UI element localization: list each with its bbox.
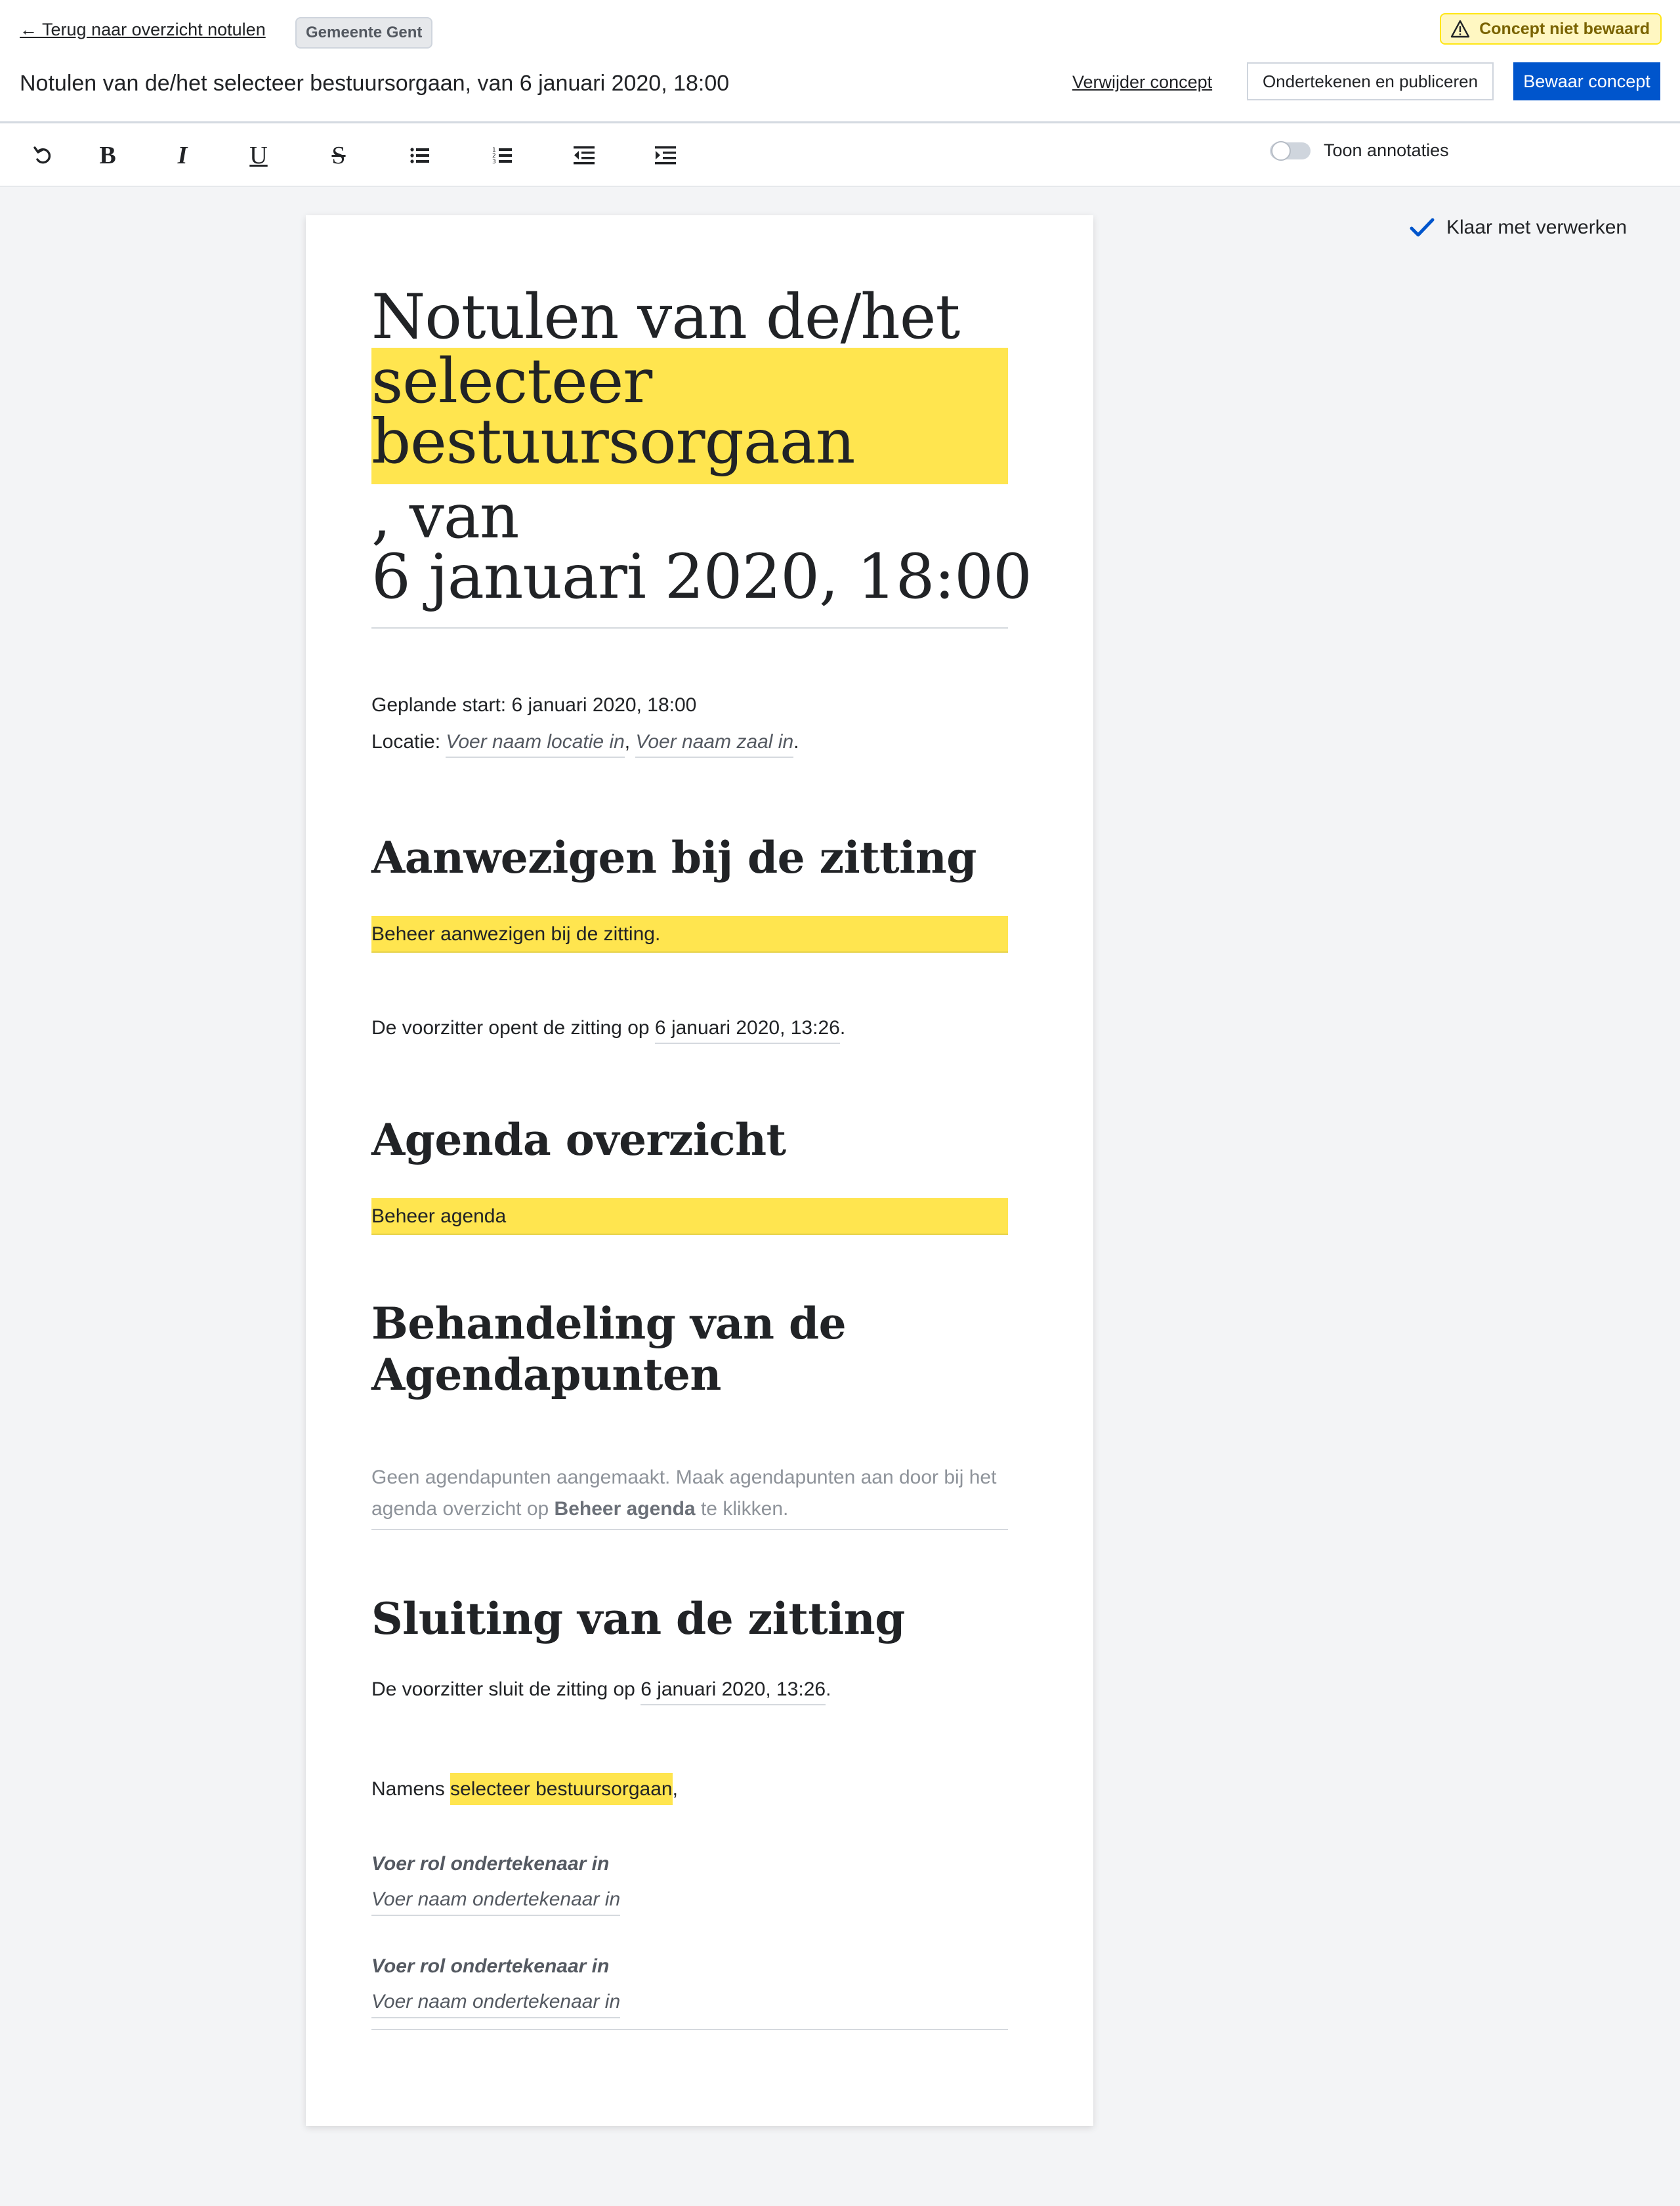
section-heading-present: Aanwezigen bij de zitting: [371, 832, 976, 883]
processing-status: Klaar met verwerken: [1410, 217, 1627, 239]
processing-status-label: Klaar met verwerken: [1446, 217, 1628, 238]
indent-button[interactable]: [647, 138, 684, 173]
signer-name-field[interactable]: Voer naam ondertekenaar in: [371, 1888, 621, 1916]
document-title: Notulen van de/het selecteer bestuursorg…: [20, 71, 730, 96]
underline-button[interactable]: U: [240, 138, 277, 173]
closing-end: .: [826, 1678, 831, 1700]
undo-icon: [33, 146, 51, 164]
annotations-toggle-group: Toon annotaties: [1270, 140, 1449, 161]
document-page[interactable]: Notulen van de/het selecteer bestuursorg…: [306, 215, 1093, 2126]
opening-text: De voorzitter opent de zitting op: [371, 1017, 655, 1039]
heading-line: selecteer: [371, 346, 652, 417]
indent-icon: [655, 146, 676, 165]
strikethrough-button[interactable]: S: [320, 138, 357, 173]
section-heading-agenda: Agenda overzicht: [371, 1114, 786, 1165]
on-behalf-label: Namens: [371, 1778, 451, 1800]
delete-concept-link[interactable]: Verwijder concept: [1072, 72, 1212, 93]
manage-agenda-block[interactable]: Beheer agenda: [371, 1198, 1008, 1235]
check-icon: [1410, 218, 1435, 237]
opening-time-field[interactable]: 6 januari 2020, 13:26: [654, 1017, 840, 1044]
outdent-icon: [574, 146, 595, 165]
numbered-list-icon: 1 2 3: [492, 147, 512, 165]
organization-badge: Gemeente Gent: [295, 17, 433, 49]
on-behalf-end: ,: [672, 1778, 678, 1800]
heading-line: Notulen van de/het: [371, 281, 960, 353]
document-heading[interactable]: Notulen van de/het selecteer bestuursorg…: [371, 281, 1032, 613]
italic-icon: I: [177, 142, 188, 169]
session-closing: De voorzitter sluit de zitting op 6 janu…: [371, 1678, 831, 1705]
numbered-list-button[interactable]: 1 2 3: [484, 138, 521, 173]
heading-line: , van: [371, 481, 519, 552]
unsaved-status-badge: Concept niet bewaard: [1440, 13, 1662, 45]
bullet-list-button[interactable]: [402, 138, 438, 173]
status-label: Concept niet bewaard: [1479, 19, 1650, 38]
section-heading-closing: Sluiting van de zitting: [371, 1593, 905, 1644]
divider: [371, 1529, 1008, 1530]
location-separator: ,: [624, 731, 636, 753]
room-name-field[interactable]: Voer naam zaal in: [635, 731, 794, 758]
underline-icon: U: [249, 142, 268, 169]
save-concept-button[interactable]: Bewaar concept: [1513, 62, 1660, 100]
on-behalf-governing-body[interactable]: selecteer bestuursorgaan: [450, 1773, 673, 1805]
signer-role-field[interactable]: Voer rol ondertekenaar in: [371, 1955, 609, 1978]
bold-icon: B: [99, 142, 116, 169]
toggle-knob: [1271, 140, 1291, 161]
signer-role-field[interactable]: Voer rol ondertekenaar in: [371, 1853, 609, 1875]
svg-text:3: 3: [492, 159, 496, 165]
undo-button[interactable]: [25, 138, 62, 173]
annotations-toggle-label: Toon annotaties: [1324, 140, 1449, 160]
bullet-list-icon: [410, 148, 429, 163]
divider: [371, 627, 1008, 629]
annotations-toggle[interactable]: [1270, 140, 1311, 161]
opening-end: .: [839, 1017, 846, 1039]
session-opening: De voorzitter opent de zitting op 6 janu…: [371, 1017, 846, 1044]
manage-present-block[interactable]: Beheer aanwezigen bij de zitting.: [371, 916, 1008, 953]
no-items-text-end: te klikken.: [695, 1498, 789, 1520]
divider: [371, 2029, 1008, 2030]
on-behalf-of: Namens selecteer bestuursorgaan,: [371, 1773, 678, 1805]
heading-date: 6 januari 2020, 18:00: [371, 541, 1032, 613]
outdent-button[interactable]: [566, 138, 602, 173]
back-to-overview-link[interactable]: ← Terug naar overzicht notulen: [20, 20, 266, 40]
warning-icon: [1451, 20, 1470, 38]
strikethrough-icon: S: [331, 142, 346, 169]
italic-button[interactable]: I: [164, 138, 201, 173]
sign-and-publish-button[interactable]: Ondertekenen en publiceren: [1247, 62, 1494, 100]
no-items-link-text: Beheer agenda: [554, 1498, 696, 1520]
governing-body-highlight[interactable]: selecteer bestuursorgaan: [371, 348, 1008, 484]
location-label: Locatie:: [371, 731, 446, 753]
no-agenda-items-message: Geen agendapunten aangemaakt. Maak agend…: [371, 1462, 1008, 1525]
heading-line: bestuursorgaan: [371, 406, 855, 478]
section-heading-treatment: Behandeling van de Agendapunten: [371, 1298, 847, 1400]
location-line: Locatie: Voer naam locatie in, Voer naam…: [371, 731, 799, 758]
closing-text: De voorzitter sluit de zitting op: [371, 1678, 641, 1700]
signer-name-field[interactable]: Voer naam ondertekenaar in: [371, 1991, 621, 2018]
app-header: ← Terug naar overzicht notulen Gemeente …: [0, 0, 1680, 123]
location-end: .: [793, 731, 799, 753]
location-name-field[interactable]: Voer naam locatie in: [446, 731, 625, 758]
closing-time-field[interactable]: 6 januari 2020, 13:26: [640, 1678, 826, 1705]
planned-start: Geplande start: 6 januari 2020, 18:00: [371, 694, 697, 716]
bold-button[interactable]: B: [89, 138, 126, 173]
